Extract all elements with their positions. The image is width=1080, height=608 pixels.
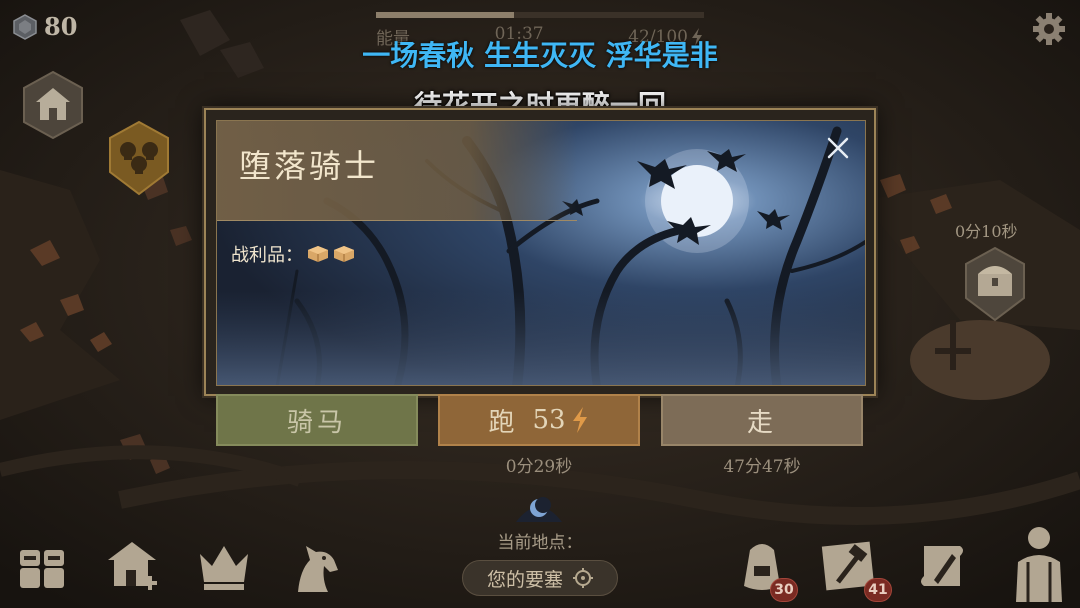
loot-row: 战利品： (231, 241, 355, 267)
current-location-button[interactable]: 您的要塞 (462, 560, 618, 596)
horse-icon[interactable] (284, 536, 344, 596)
dialog-title: 堕落骑士 (239, 147, 380, 185)
loot-box-icon (308, 246, 328, 262)
walk-label: 走 (746, 407, 777, 438)
skull-location-marker[interactable] (106, 120, 172, 196)
character-equipment-icon[interactable] (1006, 522, 1072, 602)
run-label: 跑 (488, 407, 519, 438)
lightning-icon (572, 407, 587, 433)
loot-box-icon (334, 246, 354, 262)
chest-marker[interactable] (962, 246, 1028, 322)
walk-duration: 47分47秒 (723, 457, 801, 477)
energy-fill (376, 12, 514, 18)
loot-label: 战利品： (231, 245, 303, 266)
crown-icon[interactable] (194, 536, 254, 596)
current-location-name: 您的要塞 (486, 568, 563, 591)
dialog-title-panel: 堕落骑士 (217, 121, 577, 221)
ride-horse-button[interactable]: 骑马 (216, 394, 418, 446)
chest-timer: 0分10秒 (955, 222, 1018, 241)
walk-button[interactable]: 走 (661, 394, 863, 446)
day-night-icon (516, 497, 562, 522)
chest-icon (978, 266, 1012, 296)
run-duration: 0分29秒 (505, 457, 573, 477)
quest-scroll-icon[interactable] (912, 536, 972, 596)
close-icon[interactable] (821, 131, 855, 165)
craft-count-badge: 41 (864, 578, 892, 602)
run-button[interactable]: 跑 53 (438, 394, 640, 446)
ride-label: 骑马 (286, 407, 347, 438)
encounter-dialog: 堕落骑士 战利品： (204, 108, 876, 396)
backpack-count-badge: 30 (770, 578, 798, 602)
target-icon (573, 568, 593, 588)
characters-icon[interactable] (12, 536, 72, 596)
build-house-icon[interactable] (104, 536, 164, 596)
lyric-line-1: 一场春秋 生生灭灭 浮华是非 (362, 39, 718, 72)
run-energy-cost: 53 (532, 405, 566, 435)
